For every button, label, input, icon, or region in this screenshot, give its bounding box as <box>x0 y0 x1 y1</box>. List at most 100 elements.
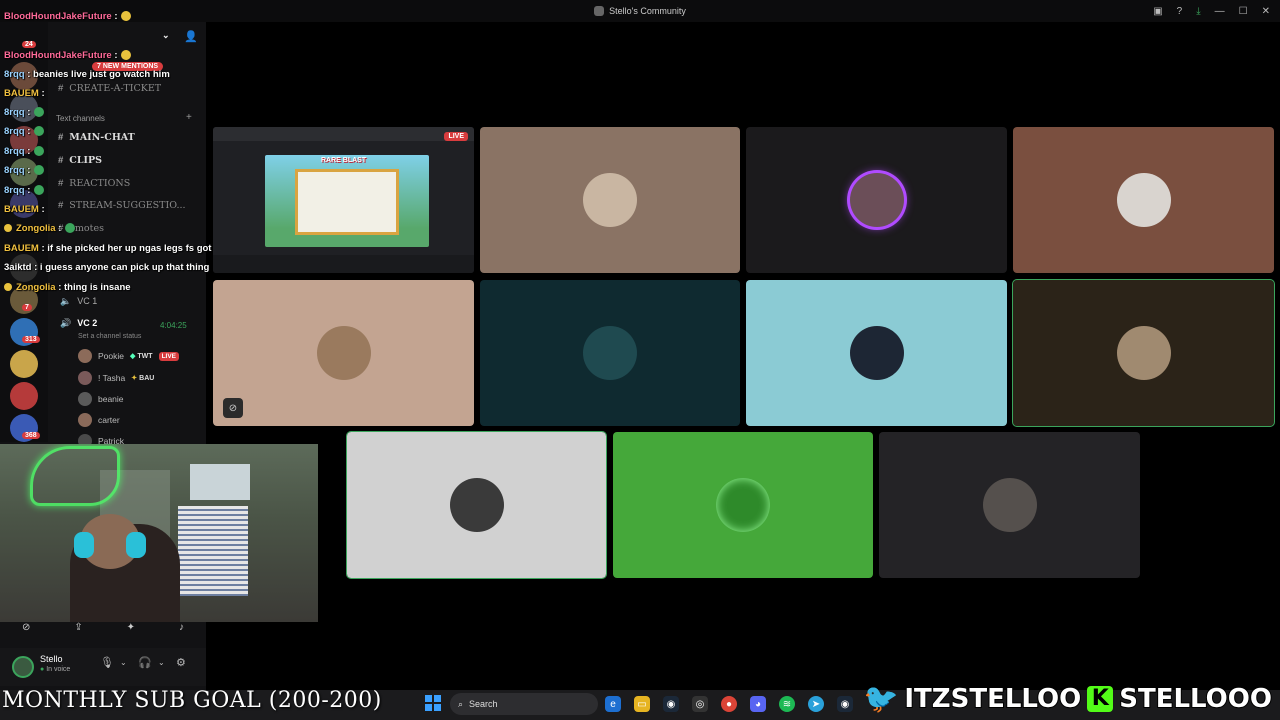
stream-tile[interactable]: RARE BLAST LIVE <box>213 127 474 273</box>
participant-tile[interactable] <box>480 127 740 273</box>
emote-icon <box>34 107 45 118</box>
microphone-icon[interactable]: 🎙 <box>100 656 114 669</box>
social-handles: 🐦 ITZSTELLOO K STELLOOO <box>862 681 1273 716</box>
voice-channel-vc1[interactable]: 🔈 VC 1 <box>60 296 97 307</box>
voice-timer: 4:04:25 <box>160 321 187 330</box>
channel-status[interactable]: Set a channel status <box>78 333 141 340</box>
telegram-icon[interactable]: ➤ <box>808 696 824 712</box>
channel-main-chat[interactable]: # MAIN-CHAT <box>58 132 135 143</box>
avatar <box>1116 173 1171 227</box>
participant-tile[interactable] <box>613 432 873 578</box>
chevron-down-icon[interactable]: ⌄ <box>158 658 165 667</box>
emote-icon <box>34 165 45 176</box>
close-button[interactable]: ✕ <box>1262 6 1270 17</box>
headset-icon <box>126 532 146 558</box>
chat-message: 8rqq : <box>4 165 45 176</box>
avatar <box>849 326 904 380</box>
hash-icon: # <box>58 132 64 143</box>
poster <box>178 506 248 596</box>
tag-icon: ✦ <box>131 375 138 382</box>
game-title: RARE BLAST <box>321 157 367 164</box>
taskbar-search[interactable]: ⌕ Search <box>450 693 598 715</box>
participant-tile[interactable] <box>879 432 1140 578</box>
user-status: ● In voice <box>40 666 71 673</box>
title-bar: Stello's Community ▣ ? ⤓ — ☐ ✕ <box>0 0 1280 22</box>
participant-tile[interactable] <box>480 280 740 426</box>
webcam-feed <box>0 444 318 622</box>
download-icon[interactable]: ⤓ <box>1196 6 1200 17</box>
channel-clips[interactable]: # CLIPS <box>58 155 102 166</box>
emote-icon <box>34 146 45 157</box>
participant-tile[interactable] <box>1012 279 1275 427</box>
chrome-icon[interactable]: ● <box>721 696 737 712</box>
guild-icon[interactable] <box>10 382 38 410</box>
voice-controls: ⊘ ⇪ ✦ ♪ <box>0 618 206 636</box>
kick-handle: STELLOOO <box>1118 683 1273 715</box>
screen-share-icon[interactable]: ⇪ <box>74 622 82 633</box>
kick-icon: K <box>1087 685 1114 712</box>
user-panel: Stello ● In voice 🎙 ⌄ 🎧 ⌄ ⚙ <box>0 648 206 686</box>
invite-people-icon[interactable]: 👤 <box>184 30 198 43</box>
chat-message: 8rqq : <box>4 126 45 137</box>
gear-icon[interactable]: ⚙ <box>176 656 186 669</box>
channel-reactions[interactable]: # REACTIONS <box>58 178 130 189</box>
avatar <box>78 413 92 427</box>
maximize-button[interactable]: ☐ <box>1239 6 1248 17</box>
emote-icon <box>121 11 132 22</box>
minimize-button[interactable]: — <box>1215 6 1225 17</box>
channel-stream-suggestions[interactable]: # STREAM-SUGGESTIO... <box>58 200 186 211</box>
speaker-icon: 🔊 <box>60 318 72 328</box>
guild-icon[interactable] <box>10 350 38 378</box>
inbox-icon[interactable]: ▣ <box>1153 6 1162 17</box>
edge-icon[interactable]: e <box>605 696 621 712</box>
windows-logo-icon <box>434 704 441 711</box>
chat-message: BAUEM : <box>4 204 45 215</box>
hash-icon: # <box>58 178 64 189</box>
spotify-icon[interactable]: ≋ <box>779 696 795 712</box>
participant-tile[interactable]: ⊘ <box>213 280 474 426</box>
chat-message: Zongolia : thing is insane <box>4 282 131 293</box>
voice-member[interactable]: carter <box>78 412 120 428</box>
start-button[interactable] <box>425 695 441 711</box>
live-badge: LIVE <box>444 132 468 141</box>
voice-member[interactable]: beanie <box>78 391 124 407</box>
window-title: Stello's Community <box>594 6 686 16</box>
guild-badge: 313 <box>22 336 40 343</box>
participant-tile[interactable] <box>746 127 1007 273</box>
participant-tile[interactable] <box>746 280 1007 426</box>
avatar <box>716 478 770 532</box>
hash-icon: # <box>58 83 64 94</box>
category-text-channels[interactable]: Text channels <box>56 114 105 123</box>
participant-tile[interactable] <box>1013 127 1274 273</box>
voice-member[interactable]: Pookie ◆ TWT LIVE <box>78 348 180 364</box>
voice-member[interactable]: ! Tasha ✦ BAU <box>78 370 154 386</box>
hash-icon: # <box>58 155 64 166</box>
server-header[interactable]: ⌄ 👤 <box>52 30 202 46</box>
headphones-icon[interactable]: 🎧 <box>138 656 152 669</box>
avatar[interactable] <box>12 656 34 678</box>
avatar <box>583 326 637 380</box>
soundboard-icon[interactable]: ♪ <box>179 622 184 633</box>
file-explorer-icon[interactable]: ▭ <box>634 696 650 712</box>
activity-icon[interactable]: ✦ <box>127 622 135 633</box>
steam-icon[interactable]: ◉ <box>837 696 853 712</box>
chevron-down-icon[interactable]: ⌄ <box>120 658 127 667</box>
mute-camera-icon[interactable]: ⊘ <box>22 622 30 633</box>
avatar <box>449 478 504 532</box>
avatar <box>78 349 92 363</box>
obs-icon[interactable]: ◎ <box>692 696 708 712</box>
emote-icon <box>121 50 132 61</box>
discord-icon[interactable]: ◕ <box>750 696 766 712</box>
add-channel-icon[interactable]: + <box>186 112 192 123</box>
participant-tile[interactable] <box>346 431 607 579</box>
emote-icon <box>65 223 76 234</box>
chat-message: BloodHoundJakeFuture : <box>4 11 132 22</box>
badge-icon <box>4 283 12 292</box>
voice-channel-vc2[interactable]: 🔊 VC 2 <box>60 318 97 329</box>
steam-icon[interactable]: ◉ <box>663 696 679 712</box>
channel-create-a-ticket[interactable]: # CREATE-A-TICKET <box>58 83 161 94</box>
window-controls: ▣ ? ⤓ — ☐ ✕ <box>1153 0 1270 22</box>
help-icon[interactable]: ? <box>1177 6 1183 17</box>
twitter-icon: 🐦 <box>862 681 899 716</box>
live-badge: LIVE <box>158 351 180 361</box>
